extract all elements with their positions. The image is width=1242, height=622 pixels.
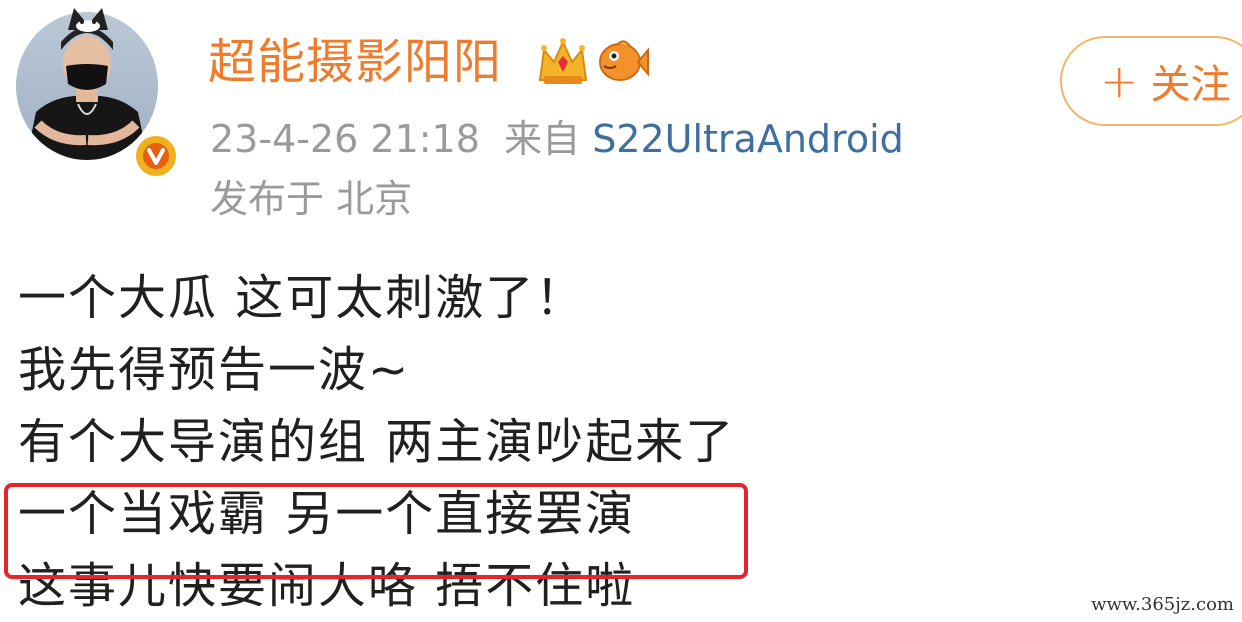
post-line: 有个大导演的组 两主演吵起来了 <box>18 414 736 470</box>
follow-label: 关注 <box>1150 62 1231 108</box>
follow-button[interactable]: + 关注 <box>1060 36 1242 126</box>
crown-icon <box>538 38 588 84</box>
avatar-image <box>16 12 158 160</box>
device-link[interactable]: S22UltraAndroid <box>592 117 904 161</box>
source-label: 来自 <box>504 117 581 161</box>
username[interactable]: 超能摄影阳阳 <box>208 30 502 94</box>
post-line: 一个大瓜 这可太刺激了！ <box>18 270 586 326</box>
verified-v-icon <box>132 132 180 180</box>
watermark: www.365jz.com <box>1089 594 1236 615</box>
plus-icon: + <box>1100 54 1139 108</box>
post-line: 我先得预告一波~ <box>18 342 411 398</box>
highlight-box <box>4 483 748 579</box>
fish-icon <box>599 40 649 81</box>
post-location: 发布于 北京 <box>210 177 413 221</box>
husky-ears-icon <box>68 8 108 32</box>
post-meta: 23-4-26 21:18 来自 S22UltraAndroid <box>210 114 904 164</box>
post-time: 23-4-26 21:18 <box>210 117 480 161</box>
avatar[interactable] <box>16 8 180 180</box>
